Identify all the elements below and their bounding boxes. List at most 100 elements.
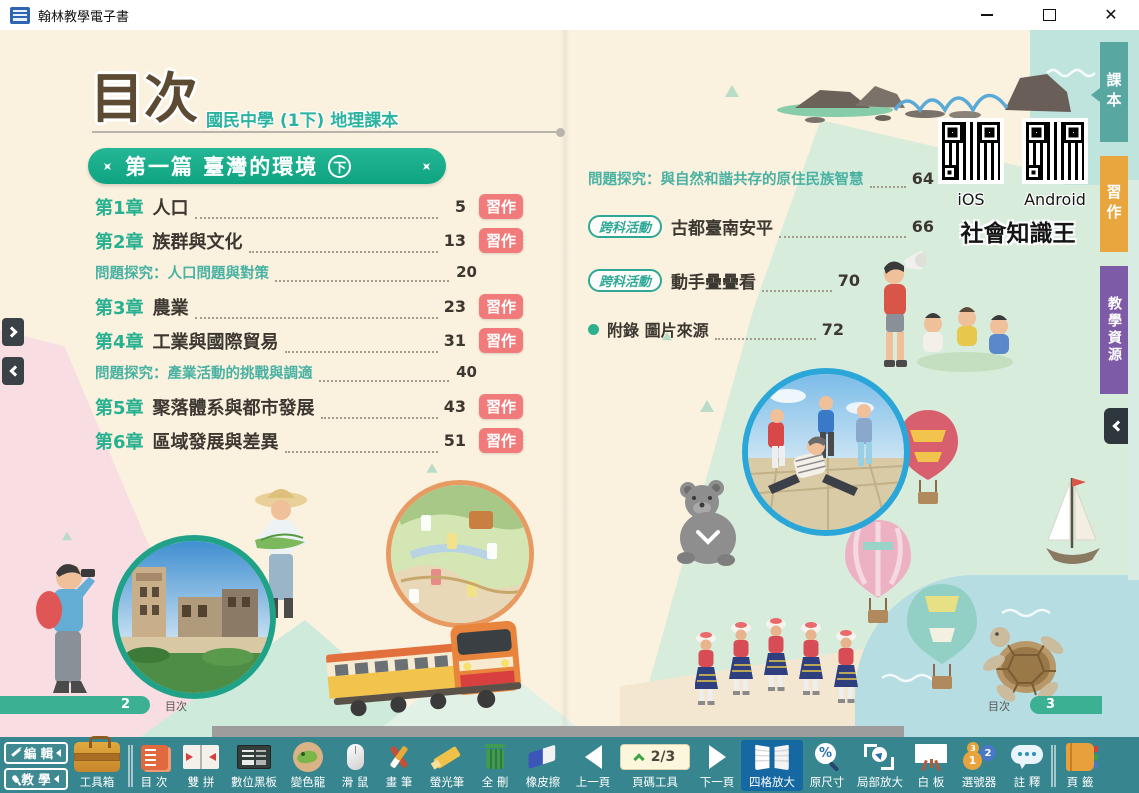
tool-delete-all[interactable]: 全 刪 — [473, 740, 517, 791]
page-number: 23 — [444, 297, 466, 316]
dotted-leader — [321, 412, 438, 419]
toc-row-chapter5[interactable]: 第5章 聚落體系與都市發展 43 習作 — [95, 394, 523, 419]
toc-row-chapter4[interactable]: 第4章 工業與國際貿易 31 習作 — [95, 328, 523, 353]
maximize-icon[interactable] — [1037, 5, 1061, 25]
workbook-badge[interactable]: 習作 — [479, 294, 523, 319]
toolbox-button[interactable]: 工具箱 — [68, 740, 126, 791]
tab-workbook[interactable]: 習作 — [1100, 156, 1128, 252]
horizontal-scrollbar[interactable] — [212, 726, 904, 737]
page-number: 66 — [912, 217, 934, 236]
dual-page-icon — [183, 745, 219, 769]
close-icon[interactable]: ✕ — [1099, 5, 1123, 25]
whiteboard-icon — [915, 743, 947, 771]
edit-mode-button[interactable]: 編 輯 — [4, 742, 68, 764]
activity-tag: 跨科活動 — [588, 269, 662, 292]
teach-mode-button[interactable]: 教 學 — [4, 768, 68, 790]
tool-mouse[interactable]: 滑 鼠 — [333, 740, 377, 791]
appendix-title: 附錄 圖片來源 — [607, 317, 709, 341]
tool-prev-page[interactable]: 上一頁 — [569, 740, 617, 791]
tool-page-number[interactable]: 2/3 頁碼工具 — [617, 740, 693, 791]
chevron-left-icon — [1112, 420, 1123, 431]
chapter-title: 聚落體系與都市發展 — [153, 394, 315, 420]
tab-teaching-resources[interactable]: 教學資源 — [1100, 266, 1128, 394]
tool-partial-zoom[interactable]: 局部放大 — [851, 740, 909, 791]
workbook-badge[interactable]: 習作 — [479, 428, 523, 453]
chapter-label: 第4章 — [95, 328, 144, 354]
chapter-label: 第3章 — [95, 294, 144, 320]
tool-bookmark[interactable]: 頁 籤 — [1054, 740, 1106, 791]
bullet-dot-icon — [588, 324, 599, 335]
explore-title: 問題探究：產業活動的挑戰與調適 — [95, 362, 313, 383]
page-number: 40 — [455, 363, 477, 381]
collapse-panel-button[interactable] — [1104, 408, 1128, 444]
page-footer-label-left: 目次 — [165, 698, 187, 714]
toc-row-appendix[interactable]: 附錄 圖片來源 72 — [588, 318, 844, 340]
train-illustration — [321, 603, 534, 725]
zoom-area-icon — [864, 743, 896, 771]
tool-number-picker[interactable]: 3 2 1 選號器 — [953, 740, 1005, 791]
pencil-icon — [11, 748, 21, 757]
tool-pen[interactable]: 畫 筆 — [377, 740, 421, 791]
tree-icon — [62, 532, 72, 540]
prev-panel-button[interactable] — [2, 357, 24, 385]
toc-row-activity1[interactable]: 跨科活動 古都臺南安平 66 — [588, 214, 934, 238]
page-title: 目次 — [90, 54, 198, 133]
page-number-right: 3 — [1030, 696, 1102, 714]
minimize-icon[interactable] — [975, 5, 999, 25]
workbook-badge[interactable]: 習作 — [479, 328, 523, 353]
workbook-badge[interactable]: 習作 — [479, 194, 523, 219]
toc-row-chapter1[interactable]: 第1章 人口 5 習作 — [95, 194, 523, 219]
page-number: 20 — [455, 263, 477, 281]
section-banner-text: 第一篇 臺灣的環境 — [125, 151, 318, 181]
book-spread: 目次 國民中學 (1下) 地理課本 第一篇 臺灣的環境 下 第1章 人口 5 習… — [0, 30, 1139, 737]
tool-chameleon[interactable]: 變色龍 — [283, 740, 333, 791]
tool-dual-page[interactable]: 雙 拼 — [177, 740, 225, 791]
toc-row-explore3[interactable]: 問題探究：與自然和諧共存的原住民族智慧 64 — [588, 168, 934, 188]
toc-row-activity2[interactable]: 跨科活動 動手疊疊看 70 — [588, 268, 860, 292]
toc-row-chapter2[interactable]: 第2章 族群與文化 13 習作 — [95, 228, 523, 253]
tool-next-page[interactable]: 下一頁 — [693, 740, 741, 791]
toc-row-chapter6[interactable]: 第6章 區域發展與差異 51 習作 — [95, 428, 523, 453]
expand-panel-button[interactable] — [2, 318, 24, 346]
page-edge-strip — [1128, 180, 1139, 580]
page-number: 5 — [444, 197, 466, 216]
chapter-title: 農業 — [153, 294, 189, 320]
android-label: Android — [1024, 190, 1086, 209]
chameleon-icon — [293, 742, 323, 772]
toc-row-chapter3[interactable]: 第3章 農業 23 習作 — [95, 294, 523, 319]
workbook-badge[interactable]: 習作 — [479, 394, 523, 419]
titlebar: 翰林教學電子書 ✕ — [0, 0, 1139, 30]
page-footer-label-right: 目次 — [988, 698, 1010, 714]
toc-row-explore1[interactable]: 問題探究：人口問題與對策 20 — [95, 262, 477, 282]
android-qr-code — [1022, 118, 1088, 184]
dotted-leader — [715, 333, 816, 340]
tab-textbook[interactable]: 課本 — [1100, 42, 1128, 142]
tool-whiteboard[interactable]: 白 板 — [909, 740, 953, 791]
app-window: 翰林教學電子書 ✕ 目次 國民中學 (1下) 地理課本 — [0, 0, 1139, 793]
page-number: 70 — [838, 271, 860, 290]
page-number-input[interactable]: 2/3 — [620, 744, 690, 770]
chapter-title: 族群與文化 — [153, 228, 243, 254]
tool-highlighter[interactable]: 螢光筆 — [421, 740, 473, 791]
chapter-label: 第6章 — [95, 428, 144, 454]
workbook-badge[interactable]: 習作 — [479, 228, 523, 253]
tool-eraser[interactable]: 橡皮擦 — [517, 740, 569, 791]
tool-toc[interactable]: 目 次 — [131, 740, 177, 791]
ios-label: iOS — [957, 190, 984, 209]
page-number: 13 — [444, 231, 466, 250]
page-number: 64 — [912, 169, 934, 188]
tool-annotation[interactable]: 註 釋 — [1005, 740, 1049, 791]
tool-original-size[interactable]: % 原尺寸 — [803, 740, 851, 791]
app-logo-icon — [10, 7, 30, 24]
tool-quad-zoom[interactable]: 四格放大 — [741, 740, 803, 791]
pen-icon — [384, 743, 414, 771]
page-number: 31 — [444, 331, 466, 350]
page-subtitle: 國民中學 (1下) 地理課本 — [206, 106, 398, 131]
volume-badge: 下 — [328, 155, 351, 178]
balloon-pink-illustration — [843, 518, 913, 628]
tool-digital-blackboard[interactable]: 數位黑板 — [225, 740, 283, 791]
chapter-title: 工業與國際貿易 — [153, 328, 279, 354]
arrow-icon — [54, 775, 59, 783]
toc-row-explore2[interactable]: 問題探究：產業活動的挑戰與調適 40 — [95, 362, 477, 382]
activity-title: 古都臺南安平 — [671, 214, 773, 239]
